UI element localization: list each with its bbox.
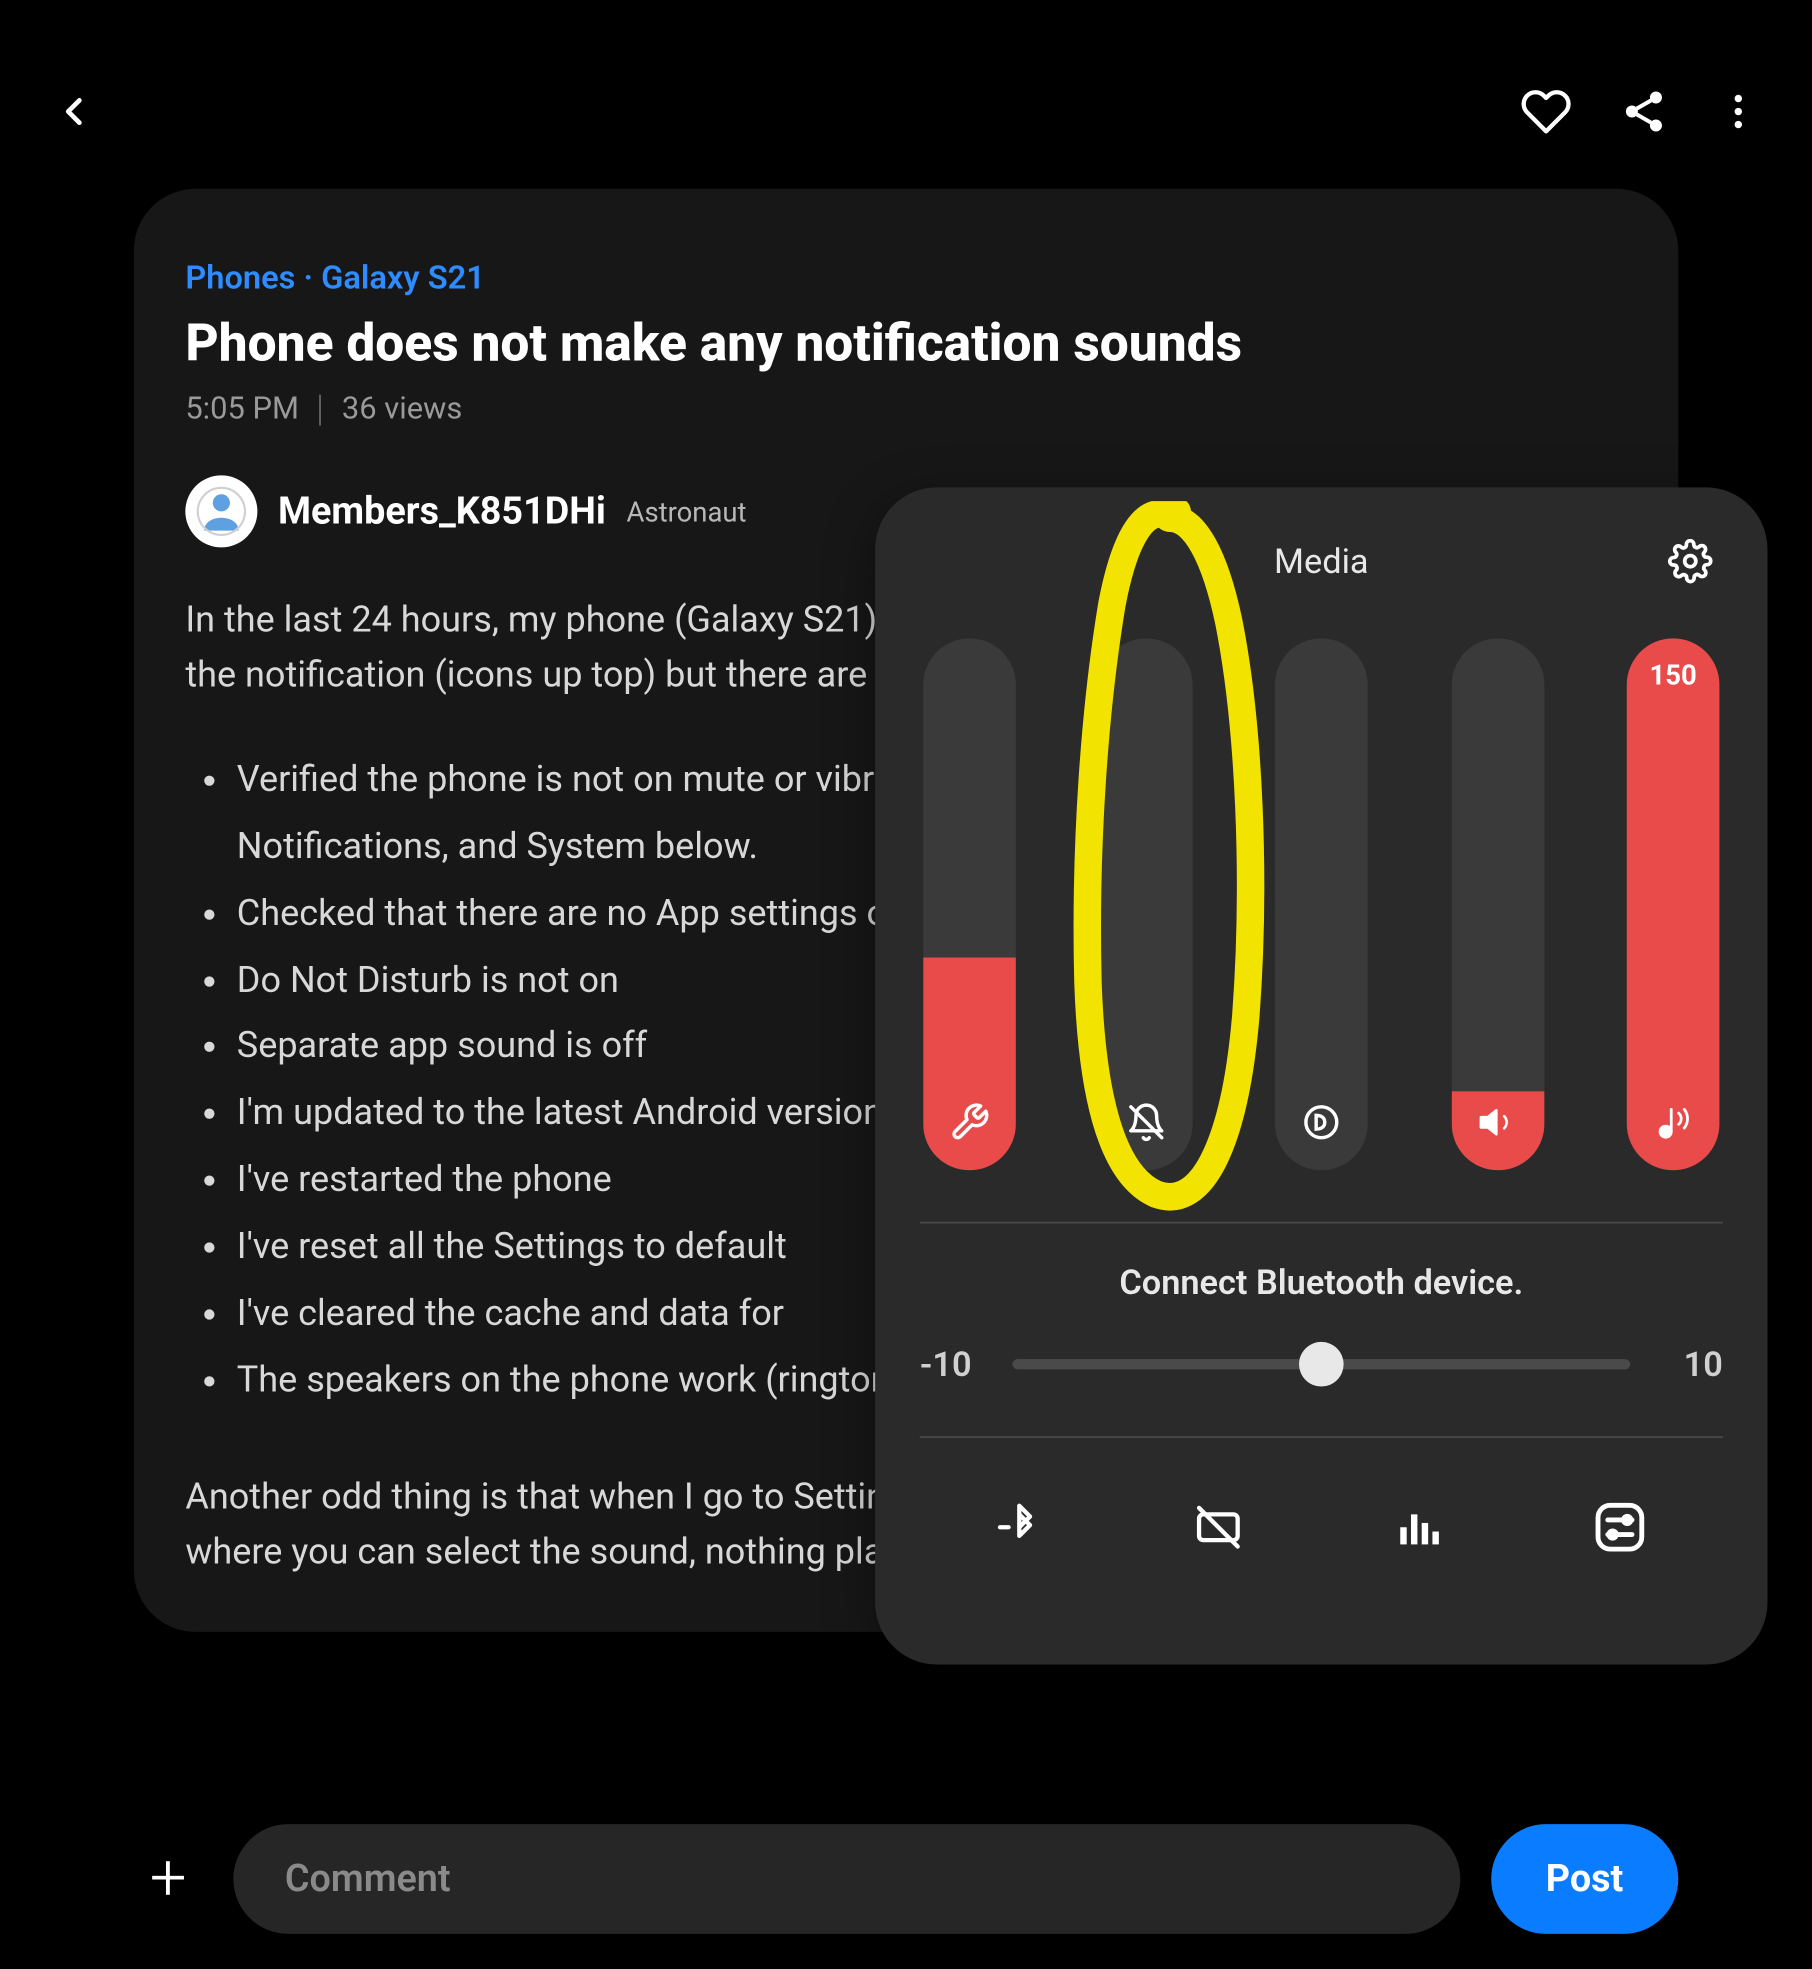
speaker-low-icon — [1477, 1102, 1518, 1150]
bixby-icon — [1301, 1102, 1342, 1150]
author-name[interactable]: Members_K851DHi — [278, 490, 606, 533]
slider-value-label: 150 — [1627, 659, 1720, 692]
post-meta: 5:05 PM 36 views — [185, 391, 1626, 427]
volume-panel-title: Media — [1274, 541, 1369, 582]
card-off-icon[interactable] — [1193, 1502, 1244, 1553]
comment-bar: + Comment Post — [134, 1824, 1678, 1934]
settings-sliders-icon[interactable] — [1591, 1498, 1649, 1556]
equalizer-icon[interactable] — [1392, 1502, 1443, 1553]
breadcrumb-category[interactable]: Phones — [185, 257, 295, 296]
comment-placeholder: Comment — [285, 1858, 451, 1901]
heart-icon[interactable] — [1520, 86, 1571, 137]
meta-divider — [320, 394, 322, 425]
audio-balance: -10 10 — [920, 1344, 1723, 1385]
attach-icon[interactable]: + — [134, 1841, 203, 1917]
slider-bixby[interactable] — [1275, 638, 1368, 1170]
volume-sliders: 150 — [920, 638, 1723, 1170]
comment-input[interactable]: Comment — [233, 1824, 1460, 1934]
post-time: 5:05 PM — [185, 391, 299, 427]
post-button[interactable]: Post — [1491, 1824, 1678, 1934]
slider-media[interactable]: 150 — [1627, 638, 1720, 1170]
balance-min: -10 — [920, 1344, 989, 1385]
author-rank: Astronaut — [627, 495, 747, 528]
volume-panel-header: Media — [920, 539, 1723, 601]
breadcrumb-model[interactable]: Galaxy S21 — [321, 257, 485, 296]
bluetooth-pair-icon[interactable] — [994, 1502, 1045, 1553]
bell-off-icon — [1125, 1102, 1166, 1150]
top-bar — [0, 0, 1812, 189]
volume-panel: Media — [875, 487, 1767, 1664]
volume-panel-footer — [920, 1476, 1723, 1579]
slider-notification[interactable] — [1099, 638, 1192, 1170]
balance-max: 10 — [1654, 1344, 1723, 1385]
breadcrumb[interactable]: Phones · Galaxy S21 — [185, 257, 1626, 296]
divider — [920, 1222, 1723, 1224]
post-views: 36 views — [342, 391, 462, 427]
gear-icon[interactable] — [1668, 539, 1713, 584]
more-icon[interactable] — [1716, 89, 1761, 134]
share-icon[interactable] — [1620, 88, 1668, 136]
back-button[interactable] — [51, 89, 96, 134]
slider-accessibility[interactable] — [923, 638, 1016, 1170]
divider — [920, 1436, 1723, 1438]
avatar[interactable] — [185, 475, 257, 547]
balance-thumb[interactable] — [1299, 1342, 1344, 1387]
wrench-icon — [949, 1102, 990, 1150]
post-title: Phone does not make any notification sou… — [185, 314, 1626, 374]
balance-slider[interactable] — [1012, 1359, 1630, 1369]
music-note-icon — [1651, 1098, 1696, 1149]
slider-system[interactable] — [1451, 638, 1544, 1170]
bluetooth-connect-label[interactable]: Connect Bluetooth device. — [920, 1261, 1723, 1302]
